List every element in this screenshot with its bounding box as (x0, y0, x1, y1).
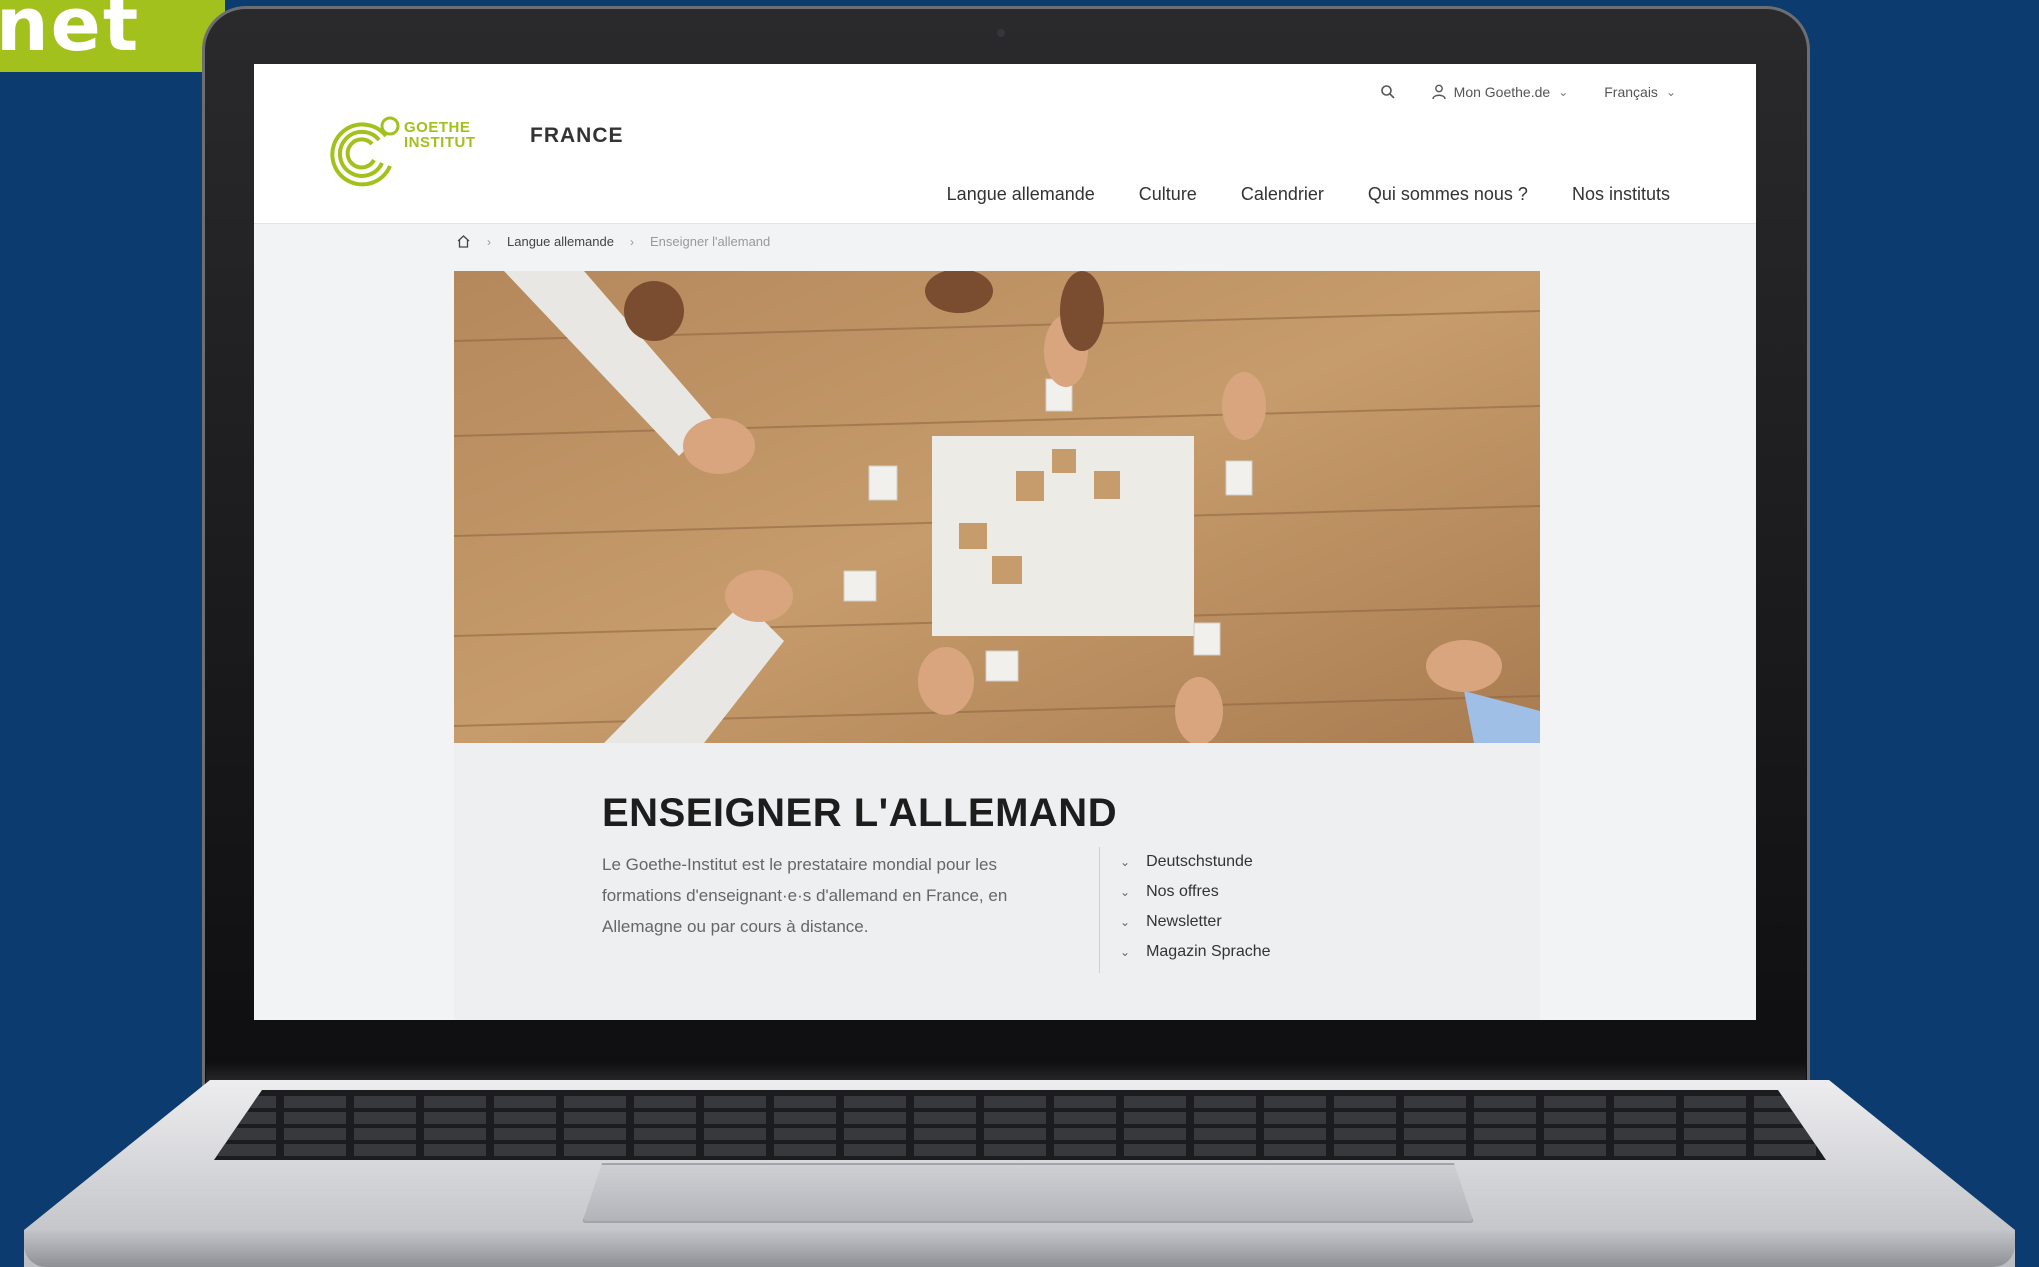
home-icon[interactable] (456, 234, 471, 249)
laptop-base-front (24, 1230, 2015, 1267)
section-link-label: Magazin Sprache (1146, 943, 1271, 960)
language-selector[interactable]: Français ⌄ (1604, 84, 1676, 100)
section-link-label: Newsletter (1146, 913, 1222, 930)
section-link-deutschstunde[interactable]: ⌄ Deutschstunde (1120, 847, 1271, 877)
user-icon (1431, 84, 1446, 100)
chevron-down-icon: ⌄ (1120, 885, 1131, 899)
chevron-down-icon: ⌄ (1120, 915, 1131, 929)
main-nav: Langue allemande Culture Calendrier Qui … (947, 184, 1670, 205)
divider (1099, 847, 1100, 973)
logo-text-line1: GOETHE (404, 119, 471, 136)
screen: GOETHE INSTITUT FRANCE Mon Goethe.de ⌄ F (254, 64, 1756, 1020)
site-header: GOETHE INSTITUT FRANCE Mon Goethe.de ⌄ F (254, 64, 1756, 224)
nav-item-nos-instituts[interactable]: Nos instituts (1572, 184, 1670, 205)
breadcrumb-item-langue-allemande[interactable]: Langue allemande (507, 234, 614, 249)
goethe-logo-icon[interactable] (324, 108, 414, 198)
section-links: ⌄ Deutschstunde ⌄ Nos offres ⌄ Newslette… (1120, 847, 1271, 967)
section-link-newsletter[interactable]: ⌄ Newsletter (1120, 907, 1271, 937)
nav-item-langue-allemande[interactable]: Langue allemande (947, 184, 1095, 205)
chevron-down-icon: ⌄ (1120, 945, 1131, 959)
nav-item-culture[interactable]: Culture (1139, 184, 1197, 205)
account-label: Mon Goethe.de (1453, 84, 1551, 100)
trackpad (582, 1163, 1474, 1223)
breadcrumb-current: Enseigner l'allemand (649, 234, 771, 249)
intro-text: Le Goethe-Institut est le prestataire mo… (602, 855, 1008, 936)
content-card: ENSEIGNER L'ALLEMAND Le Goethe-Institut … (454, 743, 1540, 1020)
section-link-label: Deutschstunde (1146, 853, 1253, 870)
breadcrumb: › Langue allemande › Enseigner l'alleman… (456, 234, 770, 249)
webcam (997, 29, 1005, 37)
breadcrumb-separator: › (487, 234, 491, 249)
corner-badge: net (0, 0, 225, 72)
badge-text: net (0, 0, 141, 68)
search-button[interactable] (1380, 84, 1396, 100)
section-link-label: Nos offres (1146, 883, 1219, 900)
section-link-nos-offres[interactable]: ⌄ Nos offres (1120, 877, 1271, 907)
utility-bar: Mon Goethe.de ⌄ Français ⌄ (1380, 84, 1676, 100)
keyboard (214, 1090, 1826, 1160)
logo-text-line2: INSTITUT (404, 134, 476, 151)
breadcrumb-separator: › (629, 234, 634, 249)
nav-item-calendrier[interactable]: Calendrier (1241, 184, 1324, 205)
search-icon (1380, 85, 1395, 99)
hero-image (454, 271, 1540, 743)
nav-item-qui-sommes-nous[interactable]: Qui sommes nous ? (1368, 184, 1528, 205)
page-title: ENSEIGNER L'ALLEMAND (602, 791, 1118, 835)
account-menu[interactable]: Mon Goethe.de ⌄ (1431, 84, 1569, 100)
logo-text: GOETHE INSTITUT (404, 120, 476, 150)
chevron-down-icon: ⌄ (1665, 85, 1676, 99)
chevron-down-icon: ⌄ (1558, 85, 1569, 99)
chevron-down-icon: ⌄ (1120, 855, 1131, 869)
section-link-magazin-sprache[interactable]: ⌄ Magazin Sprache (1120, 937, 1271, 967)
country-label: FRANCE (530, 124, 624, 147)
language-label: Français (1604, 84, 1658, 100)
